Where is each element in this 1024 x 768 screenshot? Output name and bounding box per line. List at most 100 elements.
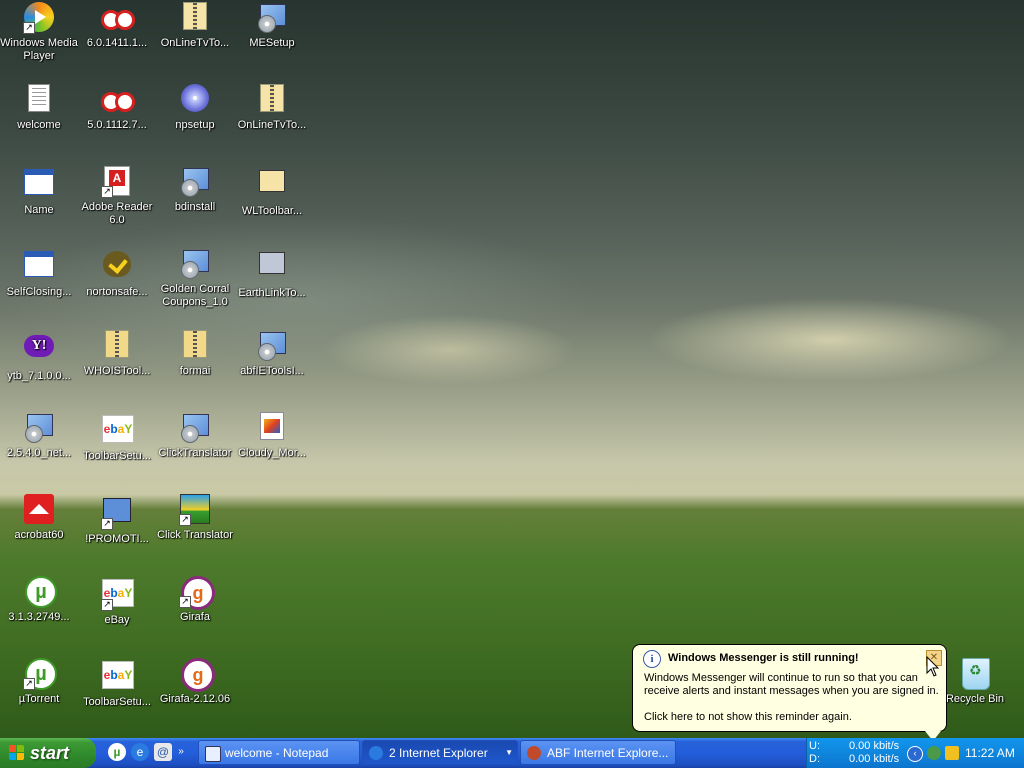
window-icon xyxy=(23,169,55,201)
desktop-icon-ebay[interactable]: ebaY ↗ eBay xyxy=(78,576,156,627)
chevron-left-icon[interactable]: ‹ xyxy=(907,746,923,762)
adobe-reader-icon: ↗ xyxy=(101,166,133,198)
windows-logo-icon xyxy=(9,745,25,761)
desktop-icon-girafa[interactable]: g ↗ Girafa xyxy=(156,576,234,624)
desktop-icon-onlinetvtool-1[interactable]: OnLineTvTo... xyxy=(156,2,234,50)
installer-box-icon xyxy=(179,2,211,34)
desktop-icon-6-0-1411[interactable]: 6.0.1411.1... xyxy=(78,2,156,50)
start-label: start xyxy=(30,743,70,763)
desktop[interactable]: ↗ Windows Media Player welcome Name Self… xyxy=(0,0,1024,738)
upload-label: U: xyxy=(809,740,820,752)
desktop-icon-cloudy-morning[interactable]: Cloudy_Mor... xyxy=(233,412,311,460)
icon-label: 5.0.1112.7... xyxy=(87,119,147,131)
desktop-icon-click-translator[interactable]: ↗ Click Translator xyxy=(156,494,234,542)
chevron-right-icon[interactable]: » xyxy=(176,743,186,761)
icon-label: formai xyxy=(179,365,211,377)
icon-label: Name xyxy=(24,204,54,216)
desktop-icon-wltoolbar[interactable]: WLToolbar... xyxy=(233,166,311,218)
desktop-icon-toolbarsetup-1[interactable]: ebaY ToolbarSetu... xyxy=(78,412,156,463)
internet-explorer-icon xyxy=(369,746,383,760)
desktop-icon-name[interactable]: Name xyxy=(0,166,78,217)
desktop-icon-net-installer[interactable]: 2.5.4.0_net... xyxy=(0,412,78,460)
messenger-notification-balloon[interactable]: i Windows Messenger is still running! ✕ … xyxy=(632,644,947,738)
taskbar: start µ e @ » welcome - Notepad 2 Intern… xyxy=(0,738,1024,768)
internet-explorer-icon[interactable]: e xyxy=(131,743,149,761)
icon-label: acrobat60 xyxy=(14,529,64,541)
desktop-icon-adobe-reader[interactable]: ↗ Adobe Reader 6.0 xyxy=(78,166,156,227)
clock[interactable]: 11:22 AM xyxy=(965,746,1015,760)
taskbar-group-internet-explorer[interactable]: 2 Internet Explorer ▼ xyxy=(362,740,518,765)
security-shield-icon[interactable] xyxy=(945,746,959,760)
utorrent-icon[interactable]: µ xyxy=(108,743,126,761)
icon-label: !PROMOTI... xyxy=(85,533,149,545)
installer-icon xyxy=(256,2,288,34)
toolbar-installer-icon xyxy=(256,252,288,284)
upload-rate: 0.00 kbit/s xyxy=(849,740,900,752)
icon-label: Girafa xyxy=(180,611,210,623)
outlook-express-icon[interactable]: @ xyxy=(154,743,172,761)
icon-label: npsetup xyxy=(175,119,215,131)
icon-label: OnLineTvTo... xyxy=(237,119,307,131)
desktop-icon-mesetup[interactable]: MESetup xyxy=(233,2,311,50)
installer-icon: ↗ xyxy=(101,498,133,530)
ebay-icon: ebaY xyxy=(101,661,134,693)
icon-label: 2.5.4.0_net... xyxy=(6,447,72,459)
balloon-dismiss-link[interactable]: Click here to not show this reminder aga… xyxy=(644,711,852,723)
icon-label: Windows Media Player xyxy=(0,37,78,62)
desktop-icon-onlinetvtool-2[interactable]: OnLineTvTo... xyxy=(233,84,311,132)
desktop-icon-windows-media-player[interactable]: ↗ Windows Media Player xyxy=(0,2,78,63)
desktop-icon-nortonsafe[interactable]: nortonsafe... xyxy=(78,248,156,299)
toolbar-installer-icon xyxy=(256,170,288,202)
desktop-icon-abfietools[interactable]: abfIEToolsI... xyxy=(233,330,311,378)
icon-label: WHOISTool... xyxy=(83,365,151,377)
icon-label: bdinstall xyxy=(174,201,216,213)
taskbar-button-abf-internet-explorer[interactable]: ABF Internet Explore... xyxy=(520,740,676,765)
icon-label: ClickTranslator xyxy=(158,447,232,459)
icon-label: MESetup xyxy=(249,37,295,49)
desktop-icon-welcome[interactable]: welcome xyxy=(0,84,78,132)
desktop-icon-girafa-installer[interactable]: g Girafa-2.12.06 xyxy=(156,658,234,706)
messenger-icon[interactable] xyxy=(927,746,941,760)
desktop-icon-clicktranslator-installer[interactable]: ClickTranslator xyxy=(156,412,234,460)
desktop-icon-5-0-1112[interactable]: 5.0.1112.7... xyxy=(78,84,156,132)
eyes-icon xyxy=(101,84,135,116)
desktop-icon-golden-corral[interactable]: Golden Corral Coupons_1.0 xyxy=(156,248,234,309)
desktop-icon-recycle-bin[interactable]: Recycle Bin xyxy=(936,658,1014,706)
desktop-icon-formai[interactable]: formai xyxy=(156,330,234,378)
installer-icon xyxy=(23,412,55,444)
desktop-icon-npsetup[interactable]: npsetup xyxy=(156,84,234,132)
mouse-cursor-icon xyxy=(926,656,940,677)
icon-label: WLToolbar... xyxy=(241,205,303,217)
desktop-icon-whoistool[interactable]: WHOISTool... xyxy=(78,330,156,378)
taskbar-button-notepad[interactable]: welcome - Notepad xyxy=(198,740,360,765)
icon-label: µTorrent xyxy=(18,693,60,705)
desktop-icon-acrobat60[interactable]: acrobat60 xyxy=(0,494,78,542)
icon-label: OnLineTvTo... xyxy=(160,37,230,49)
desktop-icon-bdinstall[interactable]: bdinstall xyxy=(156,166,234,214)
icon-label: welcome xyxy=(17,119,61,131)
cd-setup-icon xyxy=(179,84,211,116)
ebay-icon: ebaY xyxy=(101,415,134,447)
start-button[interactable]: start xyxy=(0,738,96,768)
acrobat-icon xyxy=(23,494,55,526)
image-file-icon xyxy=(256,412,288,444)
desktop-icon-promoti[interactable]: ↗ !PROMOTI... xyxy=(78,494,156,546)
icon-label: Recycle Bin xyxy=(945,693,1005,705)
click-translator-icon: ↗ xyxy=(179,494,211,526)
task-label: welcome - Notepad xyxy=(225,746,329,760)
desktop-icon-ytb[interactable]: Y! ytb_7.1.0.0... xyxy=(0,330,78,383)
yahoo-icon: Y! xyxy=(23,335,55,367)
desktop-icon-selfclosing[interactable]: SelfClosing... xyxy=(0,248,78,299)
desktop-icon-toolbarsetup-2[interactable]: ebaY ToolbarSetu... xyxy=(78,658,156,709)
desktop-icon-earthlinktoolbar[interactable]: EarthLinkTo... xyxy=(233,248,311,300)
desktop-icon-utorrent[interactable]: µ ↗ µTorrent xyxy=(0,658,78,706)
desktop-icon-utorrent-installer[interactable]: µ 3.1.3.2749... xyxy=(0,576,78,624)
norton-icon xyxy=(101,251,133,283)
icon-label: EarthLinkTo... xyxy=(238,287,306,299)
icon-label: ToolbarSetu... xyxy=(83,450,151,462)
installer-icon xyxy=(179,248,211,280)
zip-folder-icon xyxy=(101,330,133,362)
icon-label: ytb_7.1.0.0... xyxy=(7,370,71,382)
abf-icon xyxy=(527,746,541,760)
icon-label: 6.0.1411.1... xyxy=(86,37,148,49)
